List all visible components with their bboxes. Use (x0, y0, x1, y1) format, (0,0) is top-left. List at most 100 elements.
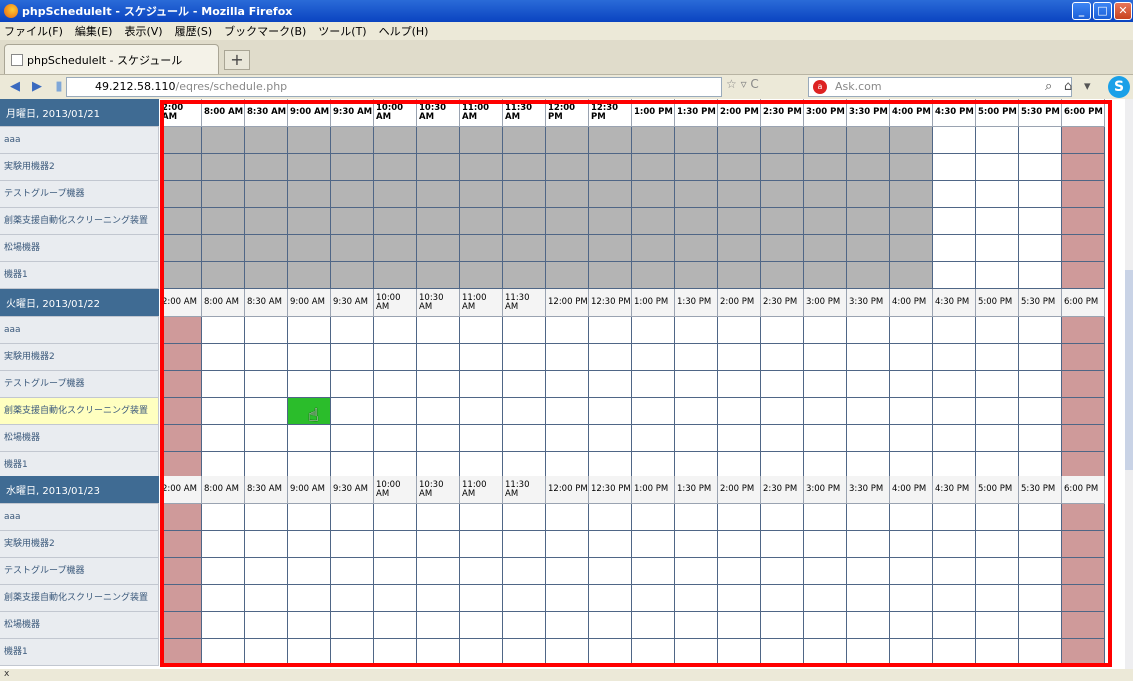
time-slot[interactable] (718, 531, 761, 558)
menu-file[interactable]: ファイル(F) (4, 23, 63, 39)
time-slot[interactable] (933, 344, 976, 371)
time-slot[interactable] (331, 317, 374, 344)
time-slot[interactable] (546, 585, 589, 612)
time-slot[interactable] (718, 452, 761, 479)
time-slot[interactable] (976, 235, 1019, 262)
time-slot[interactable] (976, 127, 1019, 154)
time-slot[interactable] (331, 585, 374, 612)
time-slot[interactable] (718, 558, 761, 585)
resource-label[interactable]: 機器1 (0, 262, 159, 289)
time-slot[interactable] (546, 504, 589, 531)
time-slot[interactable] (374, 398, 417, 425)
time-slot[interactable] (632, 371, 675, 398)
time-slot[interactable] (761, 558, 804, 585)
time-slot[interactable] (460, 344, 503, 371)
time-slot[interactable] (589, 612, 632, 639)
time-slot[interactable] (675, 371, 718, 398)
time-slot[interactable] (331, 531, 374, 558)
time-slot[interactable] (976, 612, 1019, 639)
time-slot[interactable] (976, 344, 1019, 371)
time-slot[interactable] (374, 504, 417, 531)
time-slot[interactable] (847, 452, 890, 479)
time-slot[interactable] (847, 371, 890, 398)
time-slot[interactable] (503, 612, 546, 639)
time-slot[interactable] (1019, 639, 1062, 666)
menu-history[interactable]: 履歴(S) (175, 23, 213, 39)
time-slot[interactable] (1019, 398, 1062, 425)
time-slot[interactable] (202, 452, 245, 479)
time-slot[interactable] (976, 317, 1019, 344)
time-slot[interactable] (374, 371, 417, 398)
time-slot[interactable] (1019, 344, 1062, 371)
resource-label[interactable]: 実験用機器2 (0, 154, 159, 181)
time-slot[interactable] (718, 585, 761, 612)
time-slot[interactable] (890, 531, 933, 558)
time-slot[interactable] (804, 398, 847, 425)
time-slot[interactable] (589, 371, 632, 398)
time-slot[interactable] (503, 504, 546, 531)
time-slot[interactable] (417, 504, 460, 531)
time-slot[interactable] (933, 425, 976, 452)
search-icon[interactable]: ⌕ (1045, 79, 1052, 94)
time-slot[interactable] (761, 585, 804, 612)
time-slot[interactable] (1019, 208, 1062, 235)
time-slot[interactable] (374, 639, 417, 666)
time-slot[interactable] (245, 344, 288, 371)
forward-icon[interactable]: ▶ (26, 78, 48, 96)
time-slot[interactable] (589, 452, 632, 479)
resource-label[interactable]: 創薬支援自動化スクリーニング装置 (0, 398, 159, 425)
time-slot[interactable] (417, 612, 460, 639)
time-slot[interactable] (976, 452, 1019, 479)
time-slot[interactable] (718, 612, 761, 639)
time-slot[interactable] (976, 371, 1019, 398)
time-slot[interactable] (761, 425, 804, 452)
time-slot[interactable] (718, 504, 761, 531)
time-slot[interactable] (847, 398, 890, 425)
time-slot[interactable] (847, 317, 890, 344)
scrollbar-thumb[interactable] (1125, 270, 1133, 470)
time-slot[interactable] (933, 612, 976, 639)
time-slot[interactable] (976, 504, 1019, 531)
time-slot[interactable] (1019, 612, 1062, 639)
time-slot[interactable] (202, 531, 245, 558)
time-slot[interactable] (202, 612, 245, 639)
menu-edit[interactable]: 編集(E) (75, 23, 113, 39)
time-slot[interactable] (890, 344, 933, 371)
time-slot[interactable] (804, 344, 847, 371)
time-slot[interactable] (546, 344, 589, 371)
time-slot[interactable] (503, 317, 546, 344)
time-slot[interactable] (976, 585, 1019, 612)
search-input[interactable]: a Ask.com (808, 77, 1072, 97)
time-slot[interactable] (417, 452, 460, 479)
time-slot[interactable] (460, 612, 503, 639)
time-slot[interactable] (976, 154, 1019, 181)
time-slot[interactable] (245, 425, 288, 452)
time-slot[interactable] (417, 344, 460, 371)
url-bar[interactable]: 49.212.58.110/eqres/schedule.php (66, 77, 722, 97)
time-slot[interactable] (417, 371, 460, 398)
time-slot[interactable] (417, 639, 460, 666)
time-slot[interactable] (546, 452, 589, 479)
resource-label[interactable]: 松場機器 (0, 235, 159, 262)
time-slot[interactable] (718, 317, 761, 344)
close-button[interactable]: ✕ (1114, 2, 1132, 20)
time-slot[interactable] (847, 558, 890, 585)
time-slot[interactable] (632, 612, 675, 639)
time-slot[interactable] (933, 127, 976, 154)
time-slot[interactable] (632, 452, 675, 479)
resource-label[interactable]: テストグループ機器 (0, 181, 159, 208)
time-slot[interactable] (675, 612, 718, 639)
time-slot[interactable] (331, 371, 374, 398)
tab-schedule[interactable]: phpScheduleIt - スケジュール (4, 44, 219, 74)
time-slot[interactable] (718, 344, 761, 371)
time-slot[interactable] (976, 558, 1019, 585)
time-slot[interactable] (245, 558, 288, 585)
time-slot[interactable] (245, 612, 288, 639)
resource-label[interactable]: 機器1 (0, 639, 159, 666)
menu-view[interactable]: 表示(V) (124, 23, 162, 39)
time-slot[interactable] (890, 585, 933, 612)
time-slot[interactable] (331, 398, 374, 425)
time-slot[interactable] (417, 317, 460, 344)
time-slot[interactable] (718, 639, 761, 666)
time-slot[interactable] (245, 531, 288, 558)
